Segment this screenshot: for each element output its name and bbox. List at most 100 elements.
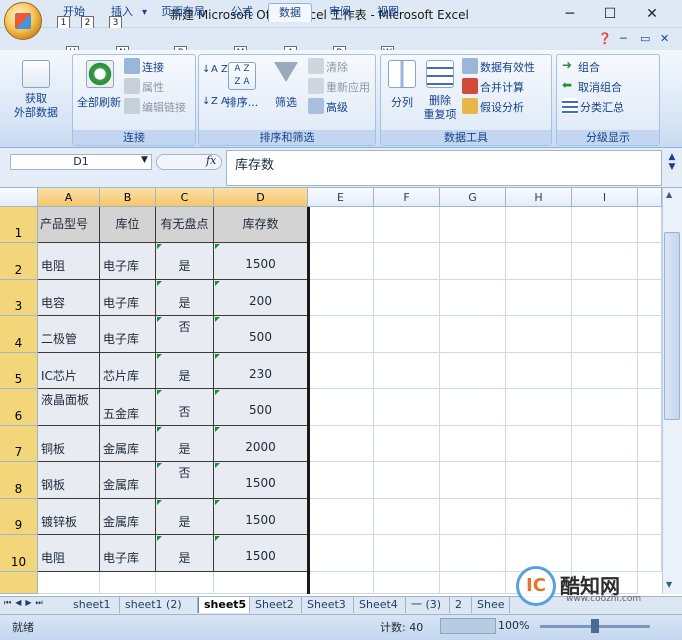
sheet-tab[interactable]: sheet1 (2) bbox=[120, 597, 198, 613]
data-cell[interactable]: 金属库 bbox=[100, 426, 156, 462]
empty-cell[interactable] bbox=[100, 572, 156, 594]
tab-home[interactable]: 开始 bbox=[56, 3, 92, 22]
data-cell[interactable]: 否 bbox=[156, 389, 214, 426]
empty-cell[interactable] bbox=[440, 207, 506, 243]
data-cell[interactable]: 电容 bbox=[38, 280, 100, 316]
empty-cell[interactable] bbox=[308, 572, 374, 594]
help-icon[interactable]: ❓ bbox=[598, 32, 612, 45]
empty-cell[interactable] bbox=[572, 207, 638, 243]
sheet-tab[interactable]: Sheet2 bbox=[250, 597, 302, 613]
empty-cell[interactable] bbox=[214, 572, 308, 594]
data-cell[interactable]: 电子库 bbox=[100, 535, 156, 572]
empty-cell[interactable] bbox=[308, 535, 374, 572]
empty-cell[interactable] bbox=[374, 426, 440, 462]
data-cell[interactable]: 200 bbox=[214, 280, 308, 316]
empty-cell[interactable] bbox=[374, 207, 440, 243]
empty-cell[interactable] bbox=[440, 426, 506, 462]
maximize-button[interactable]: ☐ bbox=[594, 4, 626, 24]
data-cell[interactable]: 液晶面板 bbox=[38, 389, 100, 426]
row-header[interactable]: 5 bbox=[0, 353, 38, 389]
empty-cell[interactable] bbox=[308, 280, 374, 316]
data-cell[interactable]: 否 bbox=[156, 462, 214, 499]
empty-cell[interactable] bbox=[572, 426, 638, 462]
row-header[interactable]: 4 bbox=[0, 316, 38, 353]
tab-review[interactable]: 审阅 bbox=[322, 3, 358, 22]
empty-cell[interactable] bbox=[374, 499, 440, 535]
header-cell[interactable]: 有无盘点 bbox=[156, 207, 214, 243]
ribbon-minimize-icon[interactable]: ─ bbox=[620, 32, 627, 45]
empty-cell[interactable] bbox=[638, 426, 662, 462]
zoom-level[interactable]: 100% bbox=[498, 619, 529, 632]
data-cell[interactable]: 1500 bbox=[214, 499, 308, 535]
row-header[interactable]: 6 bbox=[0, 389, 38, 426]
tab-page-layout[interactable]: 页面布局 bbox=[156, 3, 210, 22]
column-header[interactable]: I bbox=[572, 188, 638, 207]
data-cell[interactable]: 1500 bbox=[214, 462, 308, 499]
data-cell[interactable]: 1500 bbox=[214, 243, 308, 280]
empty-cell[interactable] bbox=[440, 572, 506, 594]
column-header[interactable]: B bbox=[100, 188, 156, 207]
empty-cell[interactable] bbox=[308, 243, 374, 280]
row-header[interactable]: 2 bbox=[0, 243, 38, 280]
scroll-up-icon[interactable]: ▲ bbox=[666, 190, 672, 199]
data-cell[interactable]: 五金库 bbox=[100, 389, 156, 426]
empty-cell[interactable] bbox=[156, 572, 214, 594]
empty-cell[interactable] bbox=[638, 207, 662, 243]
empty-cell[interactable] bbox=[440, 243, 506, 280]
qat-dropdown-icon[interactable]: ▾ bbox=[142, 7, 147, 18]
empty-cell[interactable] bbox=[440, 353, 506, 389]
empty-cell[interactable] bbox=[506, 499, 572, 535]
empty-cell[interactable] bbox=[308, 316, 374, 353]
empty-cell[interactable] bbox=[506, 389, 572, 426]
data-cell[interactable]: 铜板 bbox=[38, 426, 100, 462]
data-cell[interactable]: 1500 bbox=[214, 535, 308, 572]
data-cell[interactable]: 500 bbox=[214, 389, 308, 426]
column-header[interactable]: G bbox=[440, 188, 506, 207]
empty-cell[interactable] bbox=[638, 462, 662, 499]
empty-cell[interactable] bbox=[374, 316, 440, 353]
sheet-tab[interactable]: sheet1 bbox=[68, 597, 120, 613]
sheet-tab[interactable]: 一 (3) bbox=[406, 597, 450, 613]
workbook-close-icon[interactable]: ✕ bbox=[660, 32, 669, 45]
sheet-tab[interactable]: 2 bbox=[450, 597, 472, 613]
empty-cell[interactable] bbox=[440, 462, 506, 499]
empty-cell[interactable] bbox=[308, 207, 374, 243]
empty-cell[interactable] bbox=[38, 572, 100, 594]
empty-cell[interactable] bbox=[506, 280, 572, 316]
data-cell[interactable]: 二极管 bbox=[38, 316, 100, 353]
data-cell[interactable]: IC芯片 bbox=[38, 353, 100, 389]
sheet-tab[interactable]: Sheet3 bbox=[302, 597, 354, 613]
scroll-down-icon[interactable]: ▼ bbox=[666, 580, 672, 589]
empty-cell[interactable] bbox=[308, 426, 374, 462]
header-cell[interactable]: 产品型号 bbox=[38, 207, 100, 243]
empty-cell[interactable] bbox=[506, 207, 572, 243]
empty-cell[interactable] bbox=[374, 389, 440, 426]
row-header[interactable]: 9 bbox=[0, 499, 38, 535]
column-header[interactable]: F bbox=[374, 188, 440, 207]
empty-cell[interactable] bbox=[308, 389, 374, 426]
remove-duplicates-button[interactable]: 删除 重复项 bbox=[422, 58, 458, 124]
empty-cell[interactable] bbox=[374, 353, 440, 389]
close-button[interactable]: ✕ bbox=[636, 4, 668, 24]
empty-cell[interactable] bbox=[506, 426, 572, 462]
data-cell[interactable]: 2000 bbox=[214, 426, 308, 462]
select-all-corner[interactable] bbox=[0, 188, 38, 207]
get-external-data-button[interactable]: 获取 外部数据 bbox=[4, 56, 68, 146]
sort-button[interactable]: A ZZ A 排序... bbox=[222, 60, 262, 116]
office-button[interactable] bbox=[4, 2, 42, 40]
empty-cell[interactable] bbox=[308, 353, 374, 389]
header-cell[interactable]: 库位 bbox=[100, 207, 156, 243]
sheet-nav-arrows-icon[interactable]: ⏮◀▶⏭ bbox=[4, 598, 47, 608]
fx-icon[interactable]: fx bbox=[206, 154, 216, 167]
refresh-all-button[interactable]: 全部刷新 bbox=[76, 58, 122, 128]
empty-cell[interactable] bbox=[572, 535, 638, 572]
data-cell[interactable]: 电阻 bbox=[38, 243, 100, 280]
empty-cell[interactable] bbox=[638, 243, 662, 280]
empty-cell[interactable] bbox=[440, 535, 506, 572]
formula-input[interactable]: 库存数 bbox=[226, 150, 662, 186]
data-cell[interactable]: 否 bbox=[156, 316, 214, 353]
view-buttons[interactable] bbox=[440, 618, 496, 634]
sheet-tab[interactable]: sheet5 bbox=[198, 597, 250, 613]
empty-cell[interactable] bbox=[374, 535, 440, 572]
empty-cell[interactable] bbox=[638, 280, 662, 316]
